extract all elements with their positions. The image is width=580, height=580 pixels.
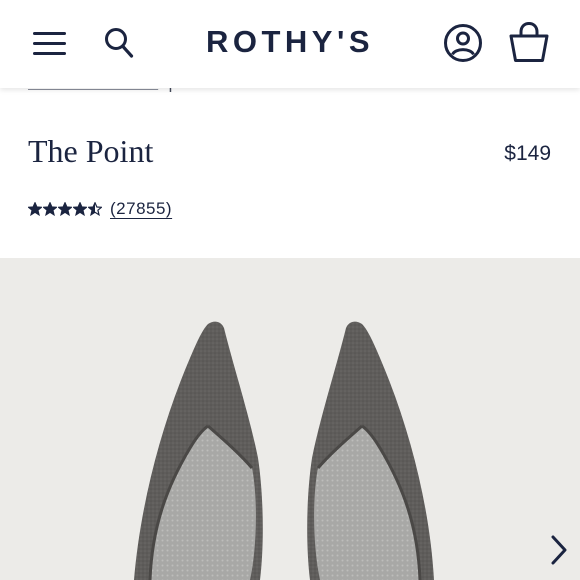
right-shoe <box>307 321 434 580</box>
product-image-gallery[interactable] <box>0 258 580 580</box>
account-button[interactable] <box>438 20 488 66</box>
star-full-icon <box>73 202 87 216</box>
star-full-icon <box>58 202 72 216</box>
product-title: The Point <box>28 133 154 169</box>
search-icon <box>105 28 134 58</box>
left-shoe <box>134 321 263 580</box>
chevron-right-icon <box>551 535 567 565</box>
hamburger-menu-icon <box>33 32 66 55</box>
product-rating[interactable]: (27855) <box>28 199 172 219</box>
star-full-icon <box>28 202 42 216</box>
cart-button[interactable] <box>504 18 554 66</box>
menu-button[interactable] <box>26 22 74 64</box>
site-header: ROTHY'S <box>0 0 580 88</box>
product-price: $149 <box>504 142 551 165</box>
star-rating <box>28 202 103 216</box>
brand-logo[interactable]: ROTHY'S <box>150 22 430 62</box>
search-button[interactable] <box>98 22 140 64</box>
next-image-button[interactable] <box>546 530 572 570</box>
star-full-icon <box>43 202 57 216</box>
shopping-bag-icon <box>509 21 549 62</box>
product-image <box>134 321 434 580</box>
review-count-link[interactable]: (27855) <box>110 199 172 219</box>
account-icon <box>444 24 482 62</box>
star-half-icon <box>88 202 102 216</box>
